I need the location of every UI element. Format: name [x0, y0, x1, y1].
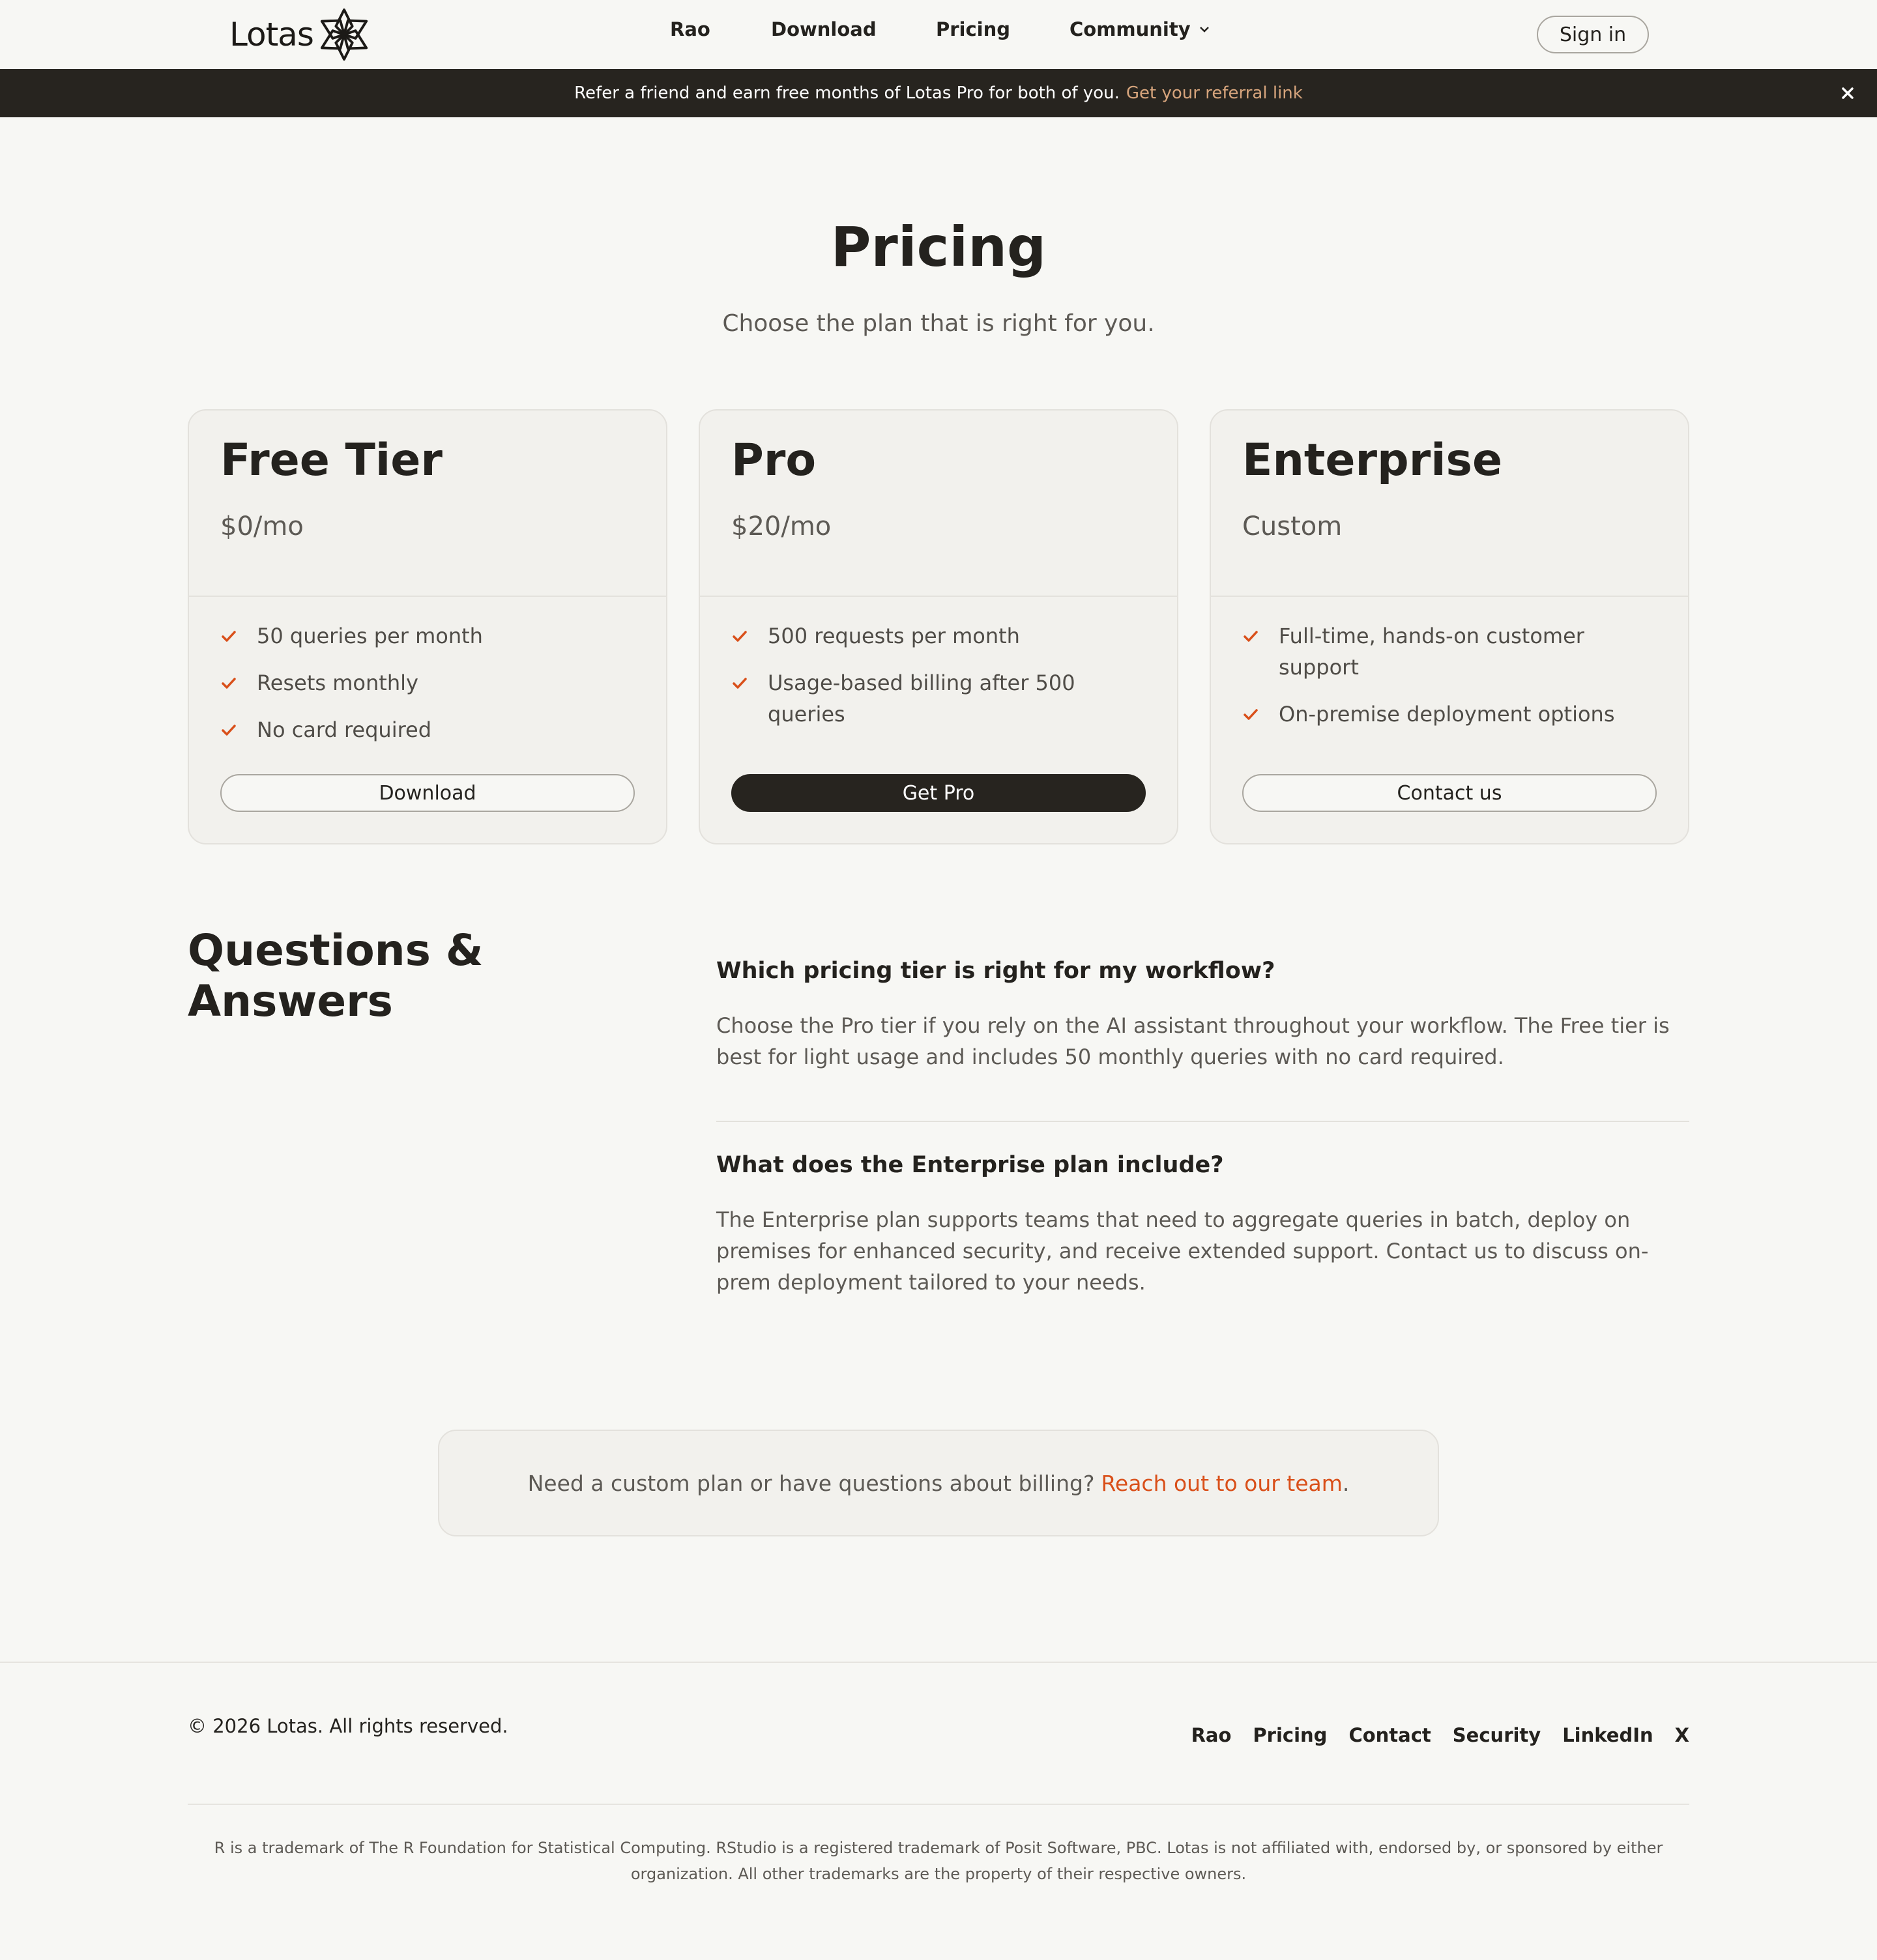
plan-card-enterprise: Enterprise Custom Full-time, hands-on cu… — [1210, 409, 1689, 844]
nav-link-community-label: Community — [1069, 18, 1191, 40]
page-subtitle: Choose the plan that is right for you. — [722, 310, 1155, 337]
sign-in-button[interactable]: Sign in — [1537, 16, 1649, 53]
lotus-logo-icon — [320, 8, 368, 61]
reach-out-link[interactable]: Reach out to our team — [1101, 1471, 1342, 1496]
nav-link-rao[interactable]: Rao — [670, 18, 710, 40]
footer-link-linkedin[interactable]: LinkedIn — [1562, 1724, 1653, 1746]
get-pro-button[interactable]: Get Pro — [731, 774, 1146, 812]
footer-divider — [188, 1804, 1689, 1805]
faq-question: What does the Enterprise plan include? — [716, 1152, 1224, 1178]
plan-card-header: Enterprise Custom — [1211, 411, 1688, 597]
plan-features: Full-time, hands-on customer support On-… — [1211, 597, 1688, 730]
plan-features: 50 queries per month Resets monthly No c… — [189, 597, 666, 745]
feature-item: No card required — [220, 714, 635, 745]
footer-link-x[interactable]: X — [1675, 1724, 1689, 1746]
plan-card-free: Free Tier $0/mo 50 queries per month Res… — [188, 409, 667, 844]
check-icon — [1244, 631, 1258, 642]
download-button[interactable]: Download — [220, 774, 635, 812]
feature-text: No card required — [257, 717, 432, 742]
feature-item: Full-time, hands-on customer support — [1242, 620, 1657, 683]
feature-text: On-premise deployment options — [1279, 702, 1615, 727]
plan-name: Pro — [731, 435, 817, 486]
plan-price: $0/mo — [220, 511, 304, 541]
faq-item: Which pricing tier is right for my workf… — [716, 955, 1689, 1073]
footer-link-pricing[interactable]: Pricing — [1253, 1724, 1327, 1746]
plan-features: 500 requests per month Usage-based billi… — [700, 597, 1177, 730]
feature-item: 50 queries per month — [220, 620, 635, 652]
check-icon — [733, 678, 747, 689]
footer-nav: Rao Pricing Contact Security LinkedIn X — [1191, 1724, 1689, 1746]
top-nav: Lotas Rao Download Pricing Community Sig… — [0, 0, 1877, 69]
plan-card-pro: Pro $20/mo 500 requests per month Usage-… — [699, 409, 1178, 844]
referral-banner: Refer a friend and earn free months of L… — [0, 69, 1877, 117]
referral-link[interactable]: Get your referral link — [1126, 83, 1303, 103]
nav-link-pricing[interactable]: Pricing — [936, 18, 1010, 40]
check-icon — [222, 678, 236, 689]
feature-item: Resets monthly — [220, 667, 635, 699]
plan-price: Custom — [1242, 511, 1343, 541]
plan-card-header: Free Tier $0/mo — [189, 411, 666, 597]
legal-notice: R is a trademark of The R Foundation for… — [214, 1839, 1663, 1883]
footer-link-rao[interactable]: Rao — [1191, 1724, 1232, 1746]
plan-name: Enterprise — [1242, 435, 1503, 486]
logo-text: Lotas — [229, 16, 314, 53]
copyright: © 2026 Lotas. All rights reserved. — [188, 1715, 508, 1737]
faq-divider — [716, 1121, 1689, 1122]
feature-text: Full-time, hands-on customer support — [1279, 624, 1584, 680]
feature-item: On-premise deployment options — [1242, 699, 1657, 730]
plan-card-header: Pro $20/mo — [700, 411, 1177, 597]
footer-link-security[interactable]: Security — [1453, 1724, 1541, 1746]
plan-price: $20/mo — [731, 511, 832, 541]
page-title: Pricing — [830, 215, 1047, 279]
check-icon — [222, 725, 236, 736]
nav-link-download[interactable]: Download — [771, 18, 877, 40]
faq-item: What does the Enterprise plan include? T… — [716, 1149, 1689, 1298]
logo-link[interactable]: Lotas — [229, 7, 370, 63]
nav-link-community[interactable]: Community — [1069, 18, 1210, 40]
banner-text: Refer a friend and earn free months of L… — [574, 83, 1120, 103]
feature-item: Usage-based billing after 500 queries — [731, 667, 1146, 730]
footer-divider — [0, 1662, 1877, 1663]
cta-suffix: . — [1342, 1470, 1350, 1496]
feature-item: 500 requests per month — [731, 620, 1146, 652]
faq-answer: Choose the Pro tier if you rely on the A… — [716, 1013, 1670, 1069]
feature-text: Usage-based billing after 500 queries — [768, 670, 1075, 727]
faq-question: Which pricing tier is right for my workf… — [716, 958, 1275, 984]
feature-text: Resets monthly — [257, 670, 418, 695]
check-icon — [1244, 709, 1258, 720]
contact-us-button[interactable]: Contact us — [1242, 774, 1657, 812]
plan-name: Free Tier — [220, 435, 443, 486]
chevron-down-icon — [1199, 27, 1209, 33]
check-icon — [733, 631, 747, 642]
faq-title: Questions & Answers — [188, 925, 484, 1026]
faq-answer: The Enterprise plan supports teams that … — [716, 1207, 1649, 1295]
feature-text: 50 queries per month — [257, 624, 483, 648]
cta-text: Need a custom plan or have questions abo… — [527, 1470, 1095, 1496]
footer-link-contact[interactable]: Contact — [1348, 1724, 1431, 1746]
check-icon — [222, 631, 236, 642]
billing-cta-box: Need a custom plan or have questions abo… — [438, 1430, 1439, 1536]
feature-text: 500 requests per month — [768, 624, 1020, 648]
close-icon[interactable] — [1839, 85, 1856, 102]
